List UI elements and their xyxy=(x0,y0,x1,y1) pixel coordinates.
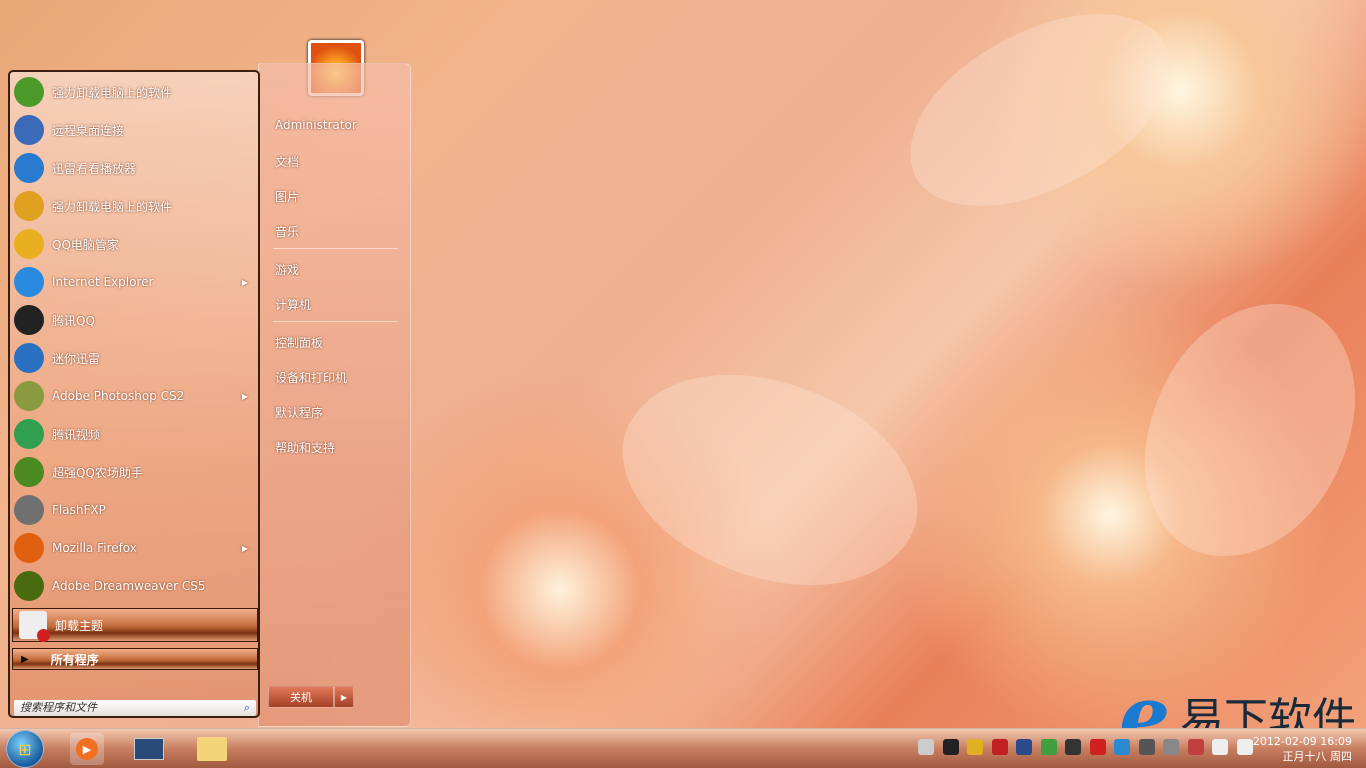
shield-icon xyxy=(14,229,44,259)
wallpaper-petal xyxy=(590,318,950,642)
documents-link[interactable]: 文档 xyxy=(275,153,299,170)
shutdown-options-arrow-icon[interactable]: ▶ xyxy=(334,686,354,708)
games-link[interactable]: 游戏 xyxy=(275,261,299,278)
remote-desktop-icon xyxy=(14,115,44,145)
flashfxp-icon xyxy=(14,495,44,525)
shield-icon[interactable] xyxy=(967,739,983,755)
clock[interactable]: 2012-02-09 16:09 正月十八 周四 xyxy=(1253,734,1352,764)
program-label: 强力卸载电脑上的软件 xyxy=(52,85,173,100)
disconnected-icon[interactable] xyxy=(1187,739,1204,755)
program-label: 远程桌面连接 xyxy=(52,123,125,138)
all-programs-label: 所有程序 xyxy=(50,652,99,667)
media-player-icon[interactable]: ▶ xyxy=(70,733,104,765)
qq-icon[interactable] xyxy=(942,739,959,755)
program-label: Internet Explorer xyxy=(52,275,154,289)
ati-icon[interactable] xyxy=(1089,739,1106,755)
qq-penguin-icon xyxy=(14,305,44,335)
program-item[interactable]: Internet Explorer ▶ xyxy=(14,264,258,300)
tree-icon xyxy=(14,457,44,487)
pictures-link[interactable]: 图片 xyxy=(275,188,299,205)
disc-icon[interactable] xyxy=(1016,739,1032,755)
program-label: 强力卸载电脑上的软件 xyxy=(52,199,173,214)
uninstall-icon xyxy=(14,77,44,107)
search-icon[interactable]: ⌕ xyxy=(244,700,250,716)
uninstall-theme-label: 卸载主题 xyxy=(55,618,104,633)
xunlei-player-icon xyxy=(14,153,44,183)
default-programs-link[interactable]: 默认程序 xyxy=(275,404,323,421)
shutdown-button[interactable]: 关机 xyxy=(268,686,334,708)
program-item[interactable]: 强力卸载电脑上的软件 xyxy=(14,188,258,224)
program-label: 超强QQ农场助手 xyxy=(52,465,143,480)
wallpaper-petal xyxy=(881,0,1199,234)
user-name-link[interactable]: Administrator xyxy=(275,118,357,132)
program-item[interactable]: Adobe Photoshop CS2 ▶ xyxy=(14,378,258,414)
divider xyxy=(273,248,398,249)
program-label: 腾讯视频 xyxy=(52,427,101,442)
program-label: Adobe Dreamweaver CS5 xyxy=(52,579,206,593)
program-item[interactable]: Adobe Dreamweaver CS5 xyxy=(14,568,258,604)
program-label: 腾讯QQ xyxy=(52,313,95,328)
devices-printers-link[interactable]: 设备和打印机 xyxy=(275,369,347,386)
program-item[interactable]: 迷你迅雷 xyxy=(14,340,258,376)
program-item[interactable]: 腾讯QQ xyxy=(14,302,258,338)
uninstall-theme-icon xyxy=(19,611,50,642)
clock-date: 2012-02-09 16:09 xyxy=(1252,735,1352,748)
program-item[interactable]: 强力卸载电脑上的软件 xyxy=(14,74,258,110)
program-item[interactable]: 迅雷看看播放器 xyxy=(14,150,258,186)
search-input[interactable]: 搜索程序和文件 ⌕ xyxy=(14,700,256,716)
program-label: FlashFXP xyxy=(52,503,106,517)
program-label: 迷你迅雷 xyxy=(52,351,101,366)
control-panel-link[interactable]: 控制面板 xyxy=(275,334,323,351)
firefox-icon xyxy=(14,533,44,563)
check-icon[interactable] xyxy=(1040,739,1057,755)
wifi-icon[interactable] xyxy=(1114,739,1130,755)
signal-icon[interactable] xyxy=(1212,739,1228,755)
dreamweaver-icon xyxy=(14,571,44,601)
photoshop-icon xyxy=(14,381,44,411)
divider xyxy=(273,321,398,322)
update-icon[interactable] xyxy=(1138,739,1155,755)
triangle-right-icon: ▶ xyxy=(21,653,29,665)
program-item[interactable]: 腾讯视频 xyxy=(14,416,258,452)
start-button-windows-icon[interactable]: ⊞ xyxy=(6,730,44,768)
power-icon[interactable] xyxy=(1236,739,1253,755)
help-support-link[interactable]: 帮助和支持 xyxy=(275,439,335,456)
program-label: Mozilla Firefox xyxy=(52,541,137,555)
ie-icon xyxy=(14,267,44,297)
volume-icon[interactable] xyxy=(1163,739,1179,755)
submenu-arrow-icon: ▶ xyxy=(241,543,248,553)
program-item[interactable]: 远程桌面连接 xyxy=(14,112,258,148)
program-item[interactable]: FlashFXP xyxy=(14,492,258,528)
keyboard-icon[interactable] xyxy=(918,739,934,755)
search-placeholder: 搜索程序和文件 xyxy=(20,701,97,714)
taskbar: ⊞ ▶ 2012-02-09 16:09 正月十八 周四 xyxy=(0,728,1366,768)
music-link[interactable]: 音乐 xyxy=(275,223,299,240)
explorer-folder-icon[interactable] xyxy=(195,733,229,765)
all-programs-button[interactable]: ▶ 所有程序 xyxy=(12,648,258,670)
program-label: 迅雷看看播放器 xyxy=(52,161,137,176)
start-menu-programs-pane: 强力卸载电脑上的软件 远程桌面连接 迅雷看看播放器 强力卸载电脑上的软件 QQ电脑管家 I… xyxy=(8,70,260,718)
start-menu-right-pane: Administrator 文档 图片 音乐 游戏 计算机 控制面板 设备和打印… xyxy=(258,63,411,727)
submenu-arrow-icon: ▶ xyxy=(241,391,248,401)
switch-windows-icon[interactable] xyxy=(132,733,166,765)
network-icon[interactable] xyxy=(991,739,1008,755)
thunder-icon xyxy=(14,343,44,373)
wallpaper-petal xyxy=(1128,284,1366,576)
program-label: Adobe Photoshop CS2 xyxy=(52,389,185,403)
shutdown-group: 关机 ▶ xyxy=(268,686,354,708)
antenna-icon[interactable] xyxy=(1065,739,1081,755)
uninstall-theme-item[interactable]: 卸载主题 xyxy=(12,608,258,642)
program-item[interactable]: Mozilla Firefox ▶ xyxy=(14,530,258,566)
computer-link[interactable]: 计算机 xyxy=(275,296,311,313)
clock-lunar: 正月十八 周四 xyxy=(1282,750,1353,763)
submenu-arrow-icon: ▶ xyxy=(241,277,248,287)
program-item[interactable]: 超强QQ农场助手 xyxy=(14,454,258,490)
program-label: QQ电脑管家 xyxy=(52,237,119,252)
video-play-icon xyxy=(14,419,44,449)
program-item[interactable]: QQ电脑管家 xyxy=(14,226,258,262)
clover-icon xyxy=(14,191,44,221)
